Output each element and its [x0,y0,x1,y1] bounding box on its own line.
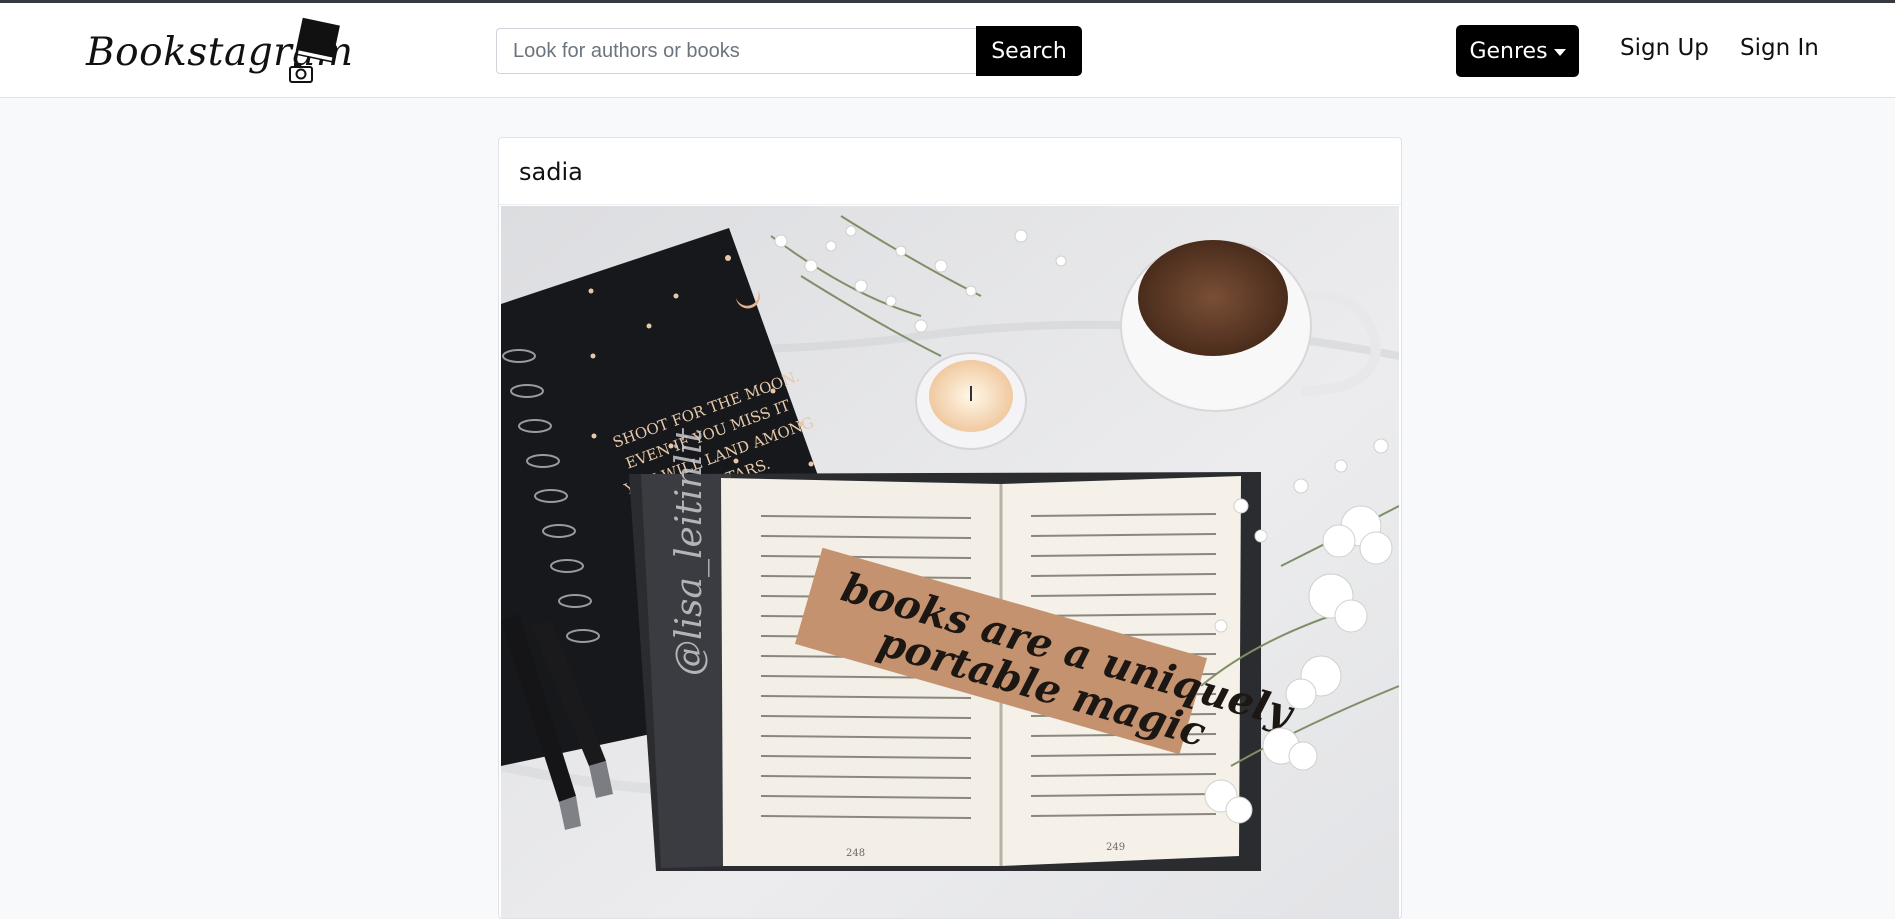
page-number-left: 248 [846,848,865,859]
brand-logo[interactable]: Bookstagram [86,17,353,87]
genres-dropdown-button[interactable]: Genres [1456,25,1579,77]
photo-watermark: @lisa_leitinlit [669,428,710,676]
post-image[interactable]: SHOOT FOR THE MOON. EVEN IF YOU MISS IT … [501,206,1399,919]
caret-down-icon [1553,48,1566,56]
sign-up-link[interactable]: Sign Up [1620,35,1709,61]
post-username: sadia [499,138,1401,205]
sign-in-link[interactable]: Sign In [1740,35,1819,61]
search-button[interactable]: Search [976,26,1082,76]
book-camera-icon [289,17,340,83]
search-input[interactable] [496,28,976,74]
search-form: Search [496,26,1082,76]
post-card: sadia SHOOT FOR THE MOON. EVEN IF YOU MI… [498,137,1402,919]
page-number-right: 249 [1106,842,1125,853]
navbar: Bookstagram Search Genres Sign Up Sign I… [0,3,1895,98]
candle [915,352,1027,450]
genres-label: Genres [1469,38,1548,64]
